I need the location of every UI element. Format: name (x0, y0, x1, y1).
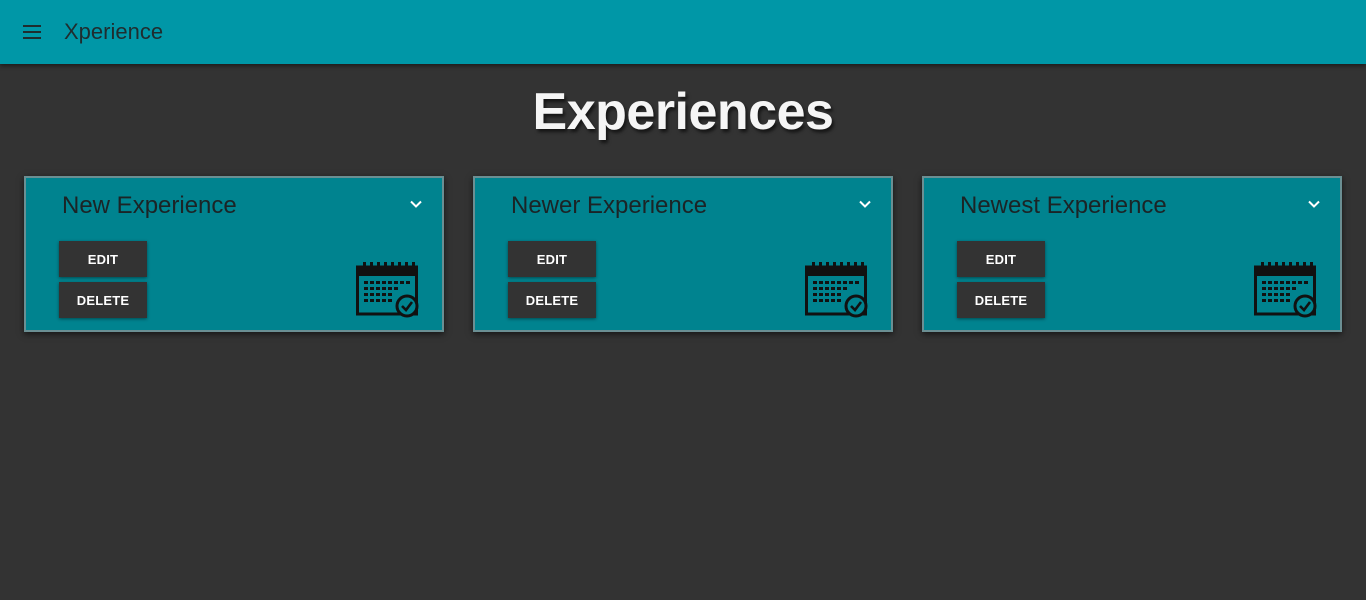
calendar-check-icon (356, 262, 419, 318)
app-bar: Xperience (0, 0, 1366, 64)
chevron-down-icon[interactable] (1306, 196, 1322, 212)
delete-button[interactable]: DELETE (59, 282, 147, 318)
experience-card: New Experience EDIT DELETE (24, 176, 444, 332)
page-title: Experiences (532, 83, 834, 141)
app-title: Xperience (64, 19, 164, 44)
hamburger-menu-icon[interactable] (20, 20, 44, 44)
calendar-check-icon (805, 262, 868, 318)
delete-button[interactable]: DELETE (957, 282, 1045, 318)
edit-button[interactable]: EDIT (508, 241, 596, 277)
card-title: New Experience (62, 192, 237, 219)
card-title: Newest Experience (960, 192, 1167, 219)
chevron-down-icon[interactable] (857, 196, 873, 212)
edit-button[interactable]: EDIT (59, 241, 147, 277)
experience-card: Newer Experience EDIT DELETE (473, 176, 893, 332)
chevron-down-icon[interactable] (408, 196, 424, 212)
calendar-check-icon (1254, 262, 1317, 318)
card-title: Newer Experience (511, 192, 708, 219)
experience-list: New Experience EDIT DELETE Newer Experie… (24, 176, 1344, 332)
edit-button[interactable]: EDIT (957, 241, 1045, 277)
experience-card: Newest Experience EDIT DELETE (922, 176, 1342, 332)
delete-button[interactable]: DELETE (508, 282, 596, 318)
